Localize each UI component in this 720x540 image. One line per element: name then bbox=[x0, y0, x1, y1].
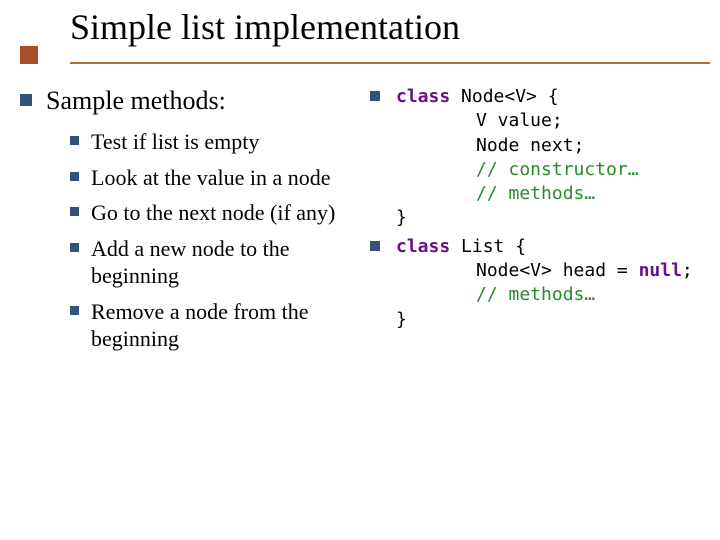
square-bullet-icon bbox=[20, 94, 32, 106]
code-snippet: class List {Node<V> head = null;// metho… bbox=[396, 235, 693, 332]
code-snippet-item: class Node<V> {V value;Node next;// cons… bbox=[370, 85, 700, 231]
square-bullet-icon bbox=[70, 207, 79, 216]
title-underline bbox=[70, 62, 710, 64]
title-area: Simple list implementation bbox=[70, 8, 700, 52]
slide: Simple list implementation Sample method… bbox=[0, 0, 720, 540]
sub-item-label: Look at the value in a node bbox=[91, 164, 330, 192]
sub-list: Test if list is empty Look at the value … bbox=[70, 128, 360, 353]
sub-item-label: Test if list is empty bbox=[91, 128, 259, 156]
right-column: class Node<V> {V value;Node next;// cons… bbox=[360, 85, 700, 361]
list-item: Go to the next node (if any) bbox=[70, 199, 360, 227]
list-item: Add a new node to the beginning bbox=[70, 235, 360, 290]
code-snippet-item: class List {Node<V> head = null;// metho… bbox=[370, 235, 700, 332]
slide-body: Sample methods: Test if list is empty Lo… bbox=[20, 85, 700, 361]
list-item: Test if list is empty bbox=[70, 128, 360, 156]
sub-item-label: Add a new node to the beginning bbox=[91, 235, 360, 290]
square-bullet-icon bbox=[70, 306, 79, 315]
list-item: Remove a node from the beginning bbox=[70, 298, 360, 353]
title-accent-square bbox=[20, 46, 38, 64]
list-item: Sample methods: bbox=[20, 85, 360, 116]
square-bullet-icon bbox=[370, 91, 380, 101]
square-bullet-icon bbox=[370, 241, 380, 251]
left-heading: Sample methods: bbox=[46, 85, 226, 116]
code-snippet: class Node<V> {V value;Node next;// cons… bbox=[396, 85, 639, 231]
square-bullet-icon bbox=[70, 136, 79, 145]
sub-item-label: Remove a node from the beginning bbox=[91, 298, 360, 353]
left-column: Sample methods: Test if list is empty Lo… bbox=[20, 85, 360, 361]
sub-item-label: Go to the next node (if any) bbox=[91, 199, 335, 227]
square-bullet-icon bbox=[70, 172, 79, 181]
slide-title: Simple list implementation bbox=[70, 8, 700, 48]
list-item: Look at the value in a node bbox=[70, 164, 360, 192]
square-bullet-icon bbox=[70, 243, 79, 252]
